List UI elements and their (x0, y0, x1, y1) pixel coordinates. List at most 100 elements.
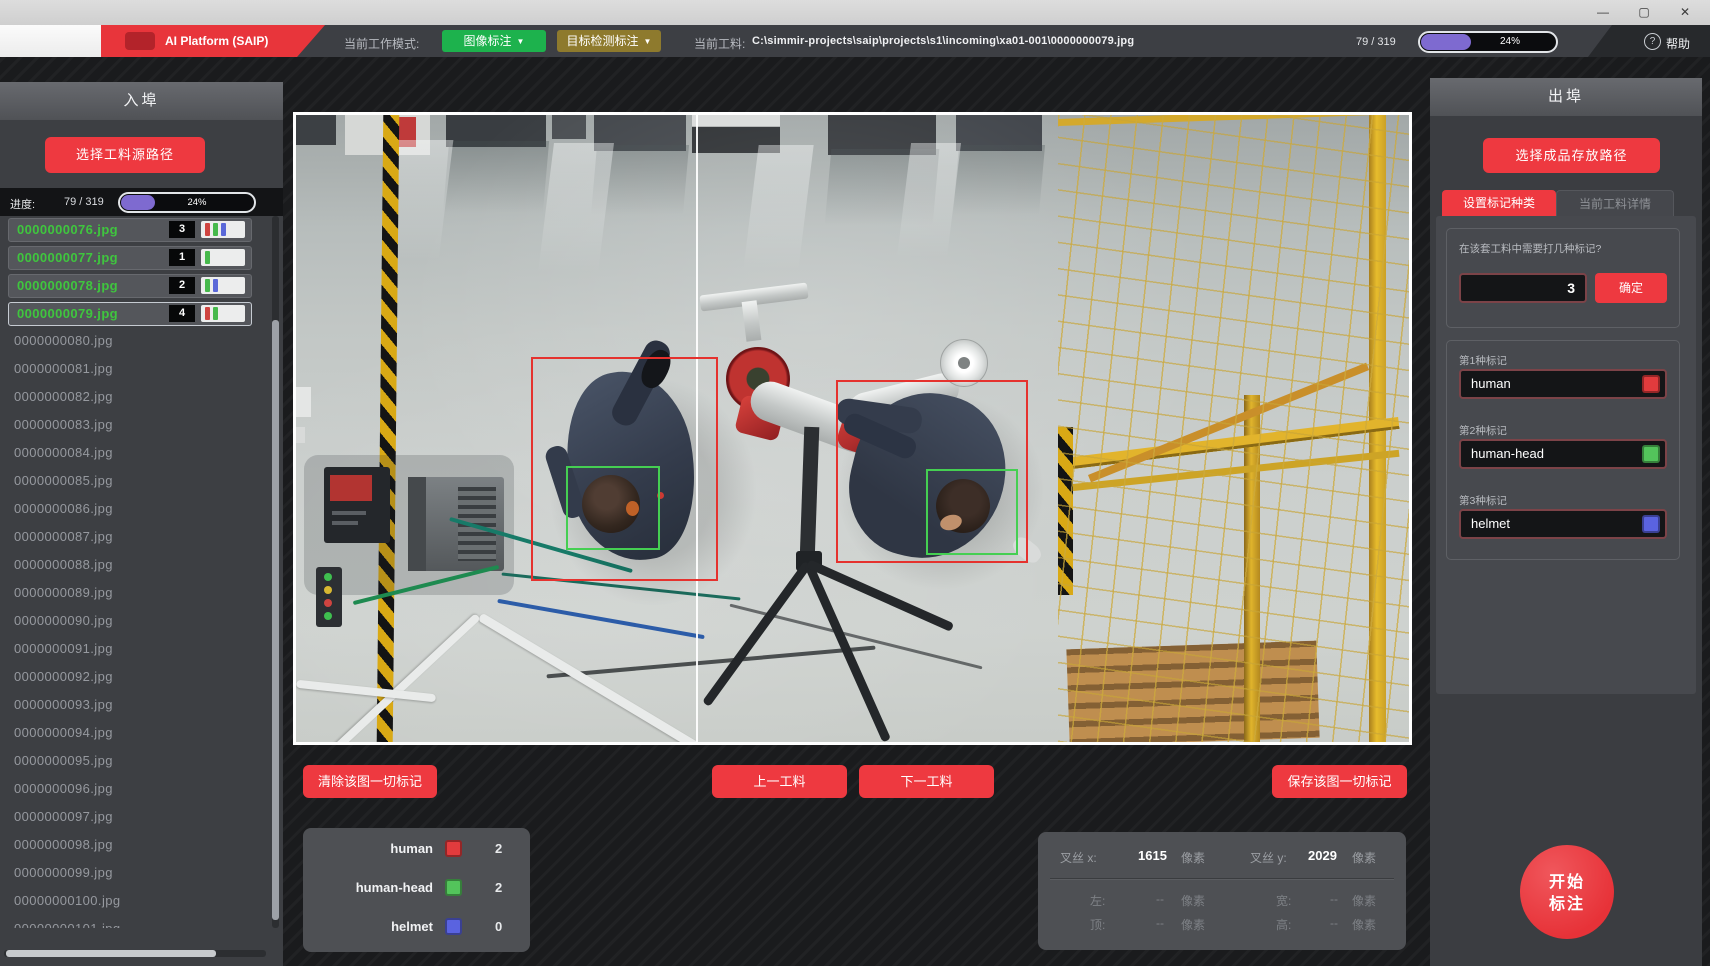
annotation-legend: human 2 human-head 2 helmet 0 (303, 828, 530, 952)
file-list-item[interactable]: 0000000097.jpg (0, 804, 283, 832)
file-name: 0000000082.jpg (14, 389, 113, 404)
file-list-item[interactable]: 00000000100.jpg (0, 888, 283, 916)
marker-value: human-head (1471, 446, 1544, 461)
file-list-item[interactable]: 0000000087.jpg (0, 524, 283, 552)
photo-detail (324, 612, 332, 620)
legend-row: helmet 0 (303, 909, 530, 945)
current-file-path: C:\simmir-projects\saip\projects\s1\inco… (752, 35, 1134, 47)
scrollbar-thumb[interactable] (6, 950, 216, 957)
file-list-item[interactable]: 0000000095.jpg (0, 748, 283, 776)
file-list-item[interactable]: 00000000101.jpg (0, 916, 283, 928)
box-width-value: -- (1330, 892, 1338, 906)
file-list-item[interactable]: 0000000082.jpg (0, 384, 283, 412)
file-list-item[interactable]: 0000000090.jpg (0, 608, 283, 636)
legend-color-swatch (445, 879, 462, 896)
tab-content: 在该套工料中需要打几种标记? 3 确定 第1种标记 human 第2种标记 hu… (1436, 216, 1696, 694)
crosshair-y-label: 叉丝 y: (1250, 849, 1287, 866)
input-port-title: 入埠 (0, 82, 283, 120)
file-list-item[interactable]: 0000000091.jpg (0, 636, 283, 664)
maximize-icon[interactable]: ▢ (1631, 3, 1657, 22)
start-annotation-line2: 标注 (1520, 894, 1614, 916)
crosshair-x-value: 1615 (1138, 848, 1167, 863)
help-icon[interactable]: ? (1644, 33, 1661, 50)
file-list-item[interactable]: 0000000085.jpg (0, 468, 283, 496)
workpiece-photo[interactable] (296, 115, 1409, 742)
clear-annotations-button[interactable]: 清除该图一切标记 (303, 765, 437, 798)
annotation-box-human-head[interactable] (566, 466, 660, 550)
tab-set-marker-types[interactable]: 设置标记种类 (1442, 190, 1556, 216)
file-list-item[interactable]: 0000000096.jpg (0, 776, 283, 804)
save-annotations-button[interactable]: 保存该图一切标记 (1272, 765, 1407, 798)
file-list-item[interactable]: 0000000099.jpg (0, 860, 283, 888)
vertical-scrollbar[interactable] (272, 216, 279, 928)
output-port-title: 出埠 (1430, 78, 1702, 116)
file-color-indicator (201, 305, 245, 322)
tab-current-workpiece-detail[interactable]: 当前工料详情 (1556, 190, 1674, 216)
progress-percent: 24% (130, 197, 264, 208)
previous-workpiece-button[interactable]: 上一工料 (712, 765, 847, 798)
file-list-item[interactable]: 0000000083.jpg (0, 412, 283, 440)
file-name: 0000000083.jpg (14, 417, 113, 432)
file-list-item[interactable]: 0000000080.jpg (0, 328, 283, 356)
next-workpiece-button[interactable]: 下一工料 (859, 765, 994, 798)
photo-detail (296, 387, 311, 417)
photo-detail (408, 477, 426, 571)
box-top-label: 顶: (1090, 916, 1105, 933)
marker-count-group: 在该套工料中需要打几种标记? 3 确定 (1446, 228, 1680, 328)
mode-object-detection-button[interactable]: 目标检测标注▼ (557, 30, 661, 52)
start-annotation-button[interactable]: 开始 标注 (1520, 845, 1614, 939)
minimize-icon[interactable]: — (1590, 3, 1616, 22)
select-output-path-button[interactable]: 选择成品存放路径 (1483, 138, 1660, 173)
marker-group: 第3种标记 helmet (1447, 481, 1679, 551)
file-list-item[interactable]: 0000000088.jpg (0, 552, 283, 580)
file-list-item[interactable]: 0000000089.jpg (0, 580, 283, 608)
unit-label: 像素 (1181, 849, 1205, 866)
welder-box (408, 477, 504, 571)
select-source-path-button[interactable]: 选择工料源路径 (45, 137, 205, 173)
file-name: 0000000077.jpg (17, 250, 118, 265)
progress-row: 进度: 79 / 319 24% (0, 188, 283, 216)
file-name: 0000000091.jpg (14, 641, 113, 656)
marker-count-input[interactable]: 3 (1459, 273, 1587, 303)
close-icon[interactable]: ✕ (1672, 3, 1698, 22)
marker-group: 第2种标记 human-head (1447, 411, 1679, 481)
file-list-item[interactable]: 0000000079.jpg 4 (0, 300, 283, 328)
output-port-panel: 出埠 选择成品存放路径 设置标记种类 当前工料详情 在该套工料中需要打几种标记?… (1430, 78, 1702, 966)
file-name: 0000000099.jpg (14, 865, 113, 880)
file-list-item[interactable]: 0000000098.jpg (0, 832, 283, 860)
file-list-item[interactable]: 0000000094.jpg (0, 720, 283, 748)
marker-color-swatch[interactable] (1642, 515, 1660, 533)
file-count-badge: 2 (169, 277, 195, 294)
help-button[interactable]: 帮助 (1666, 35, 1690, 52)
photo-detail (958, 357, 970, 369)
start-annotation-line1: 开始 (1520, 872, 1614, 894)
marker-name-input[interactable]: human-head (1459, 439, 1667, 469)
mode-image-annotation-button[interactable]: 图像标注▼ (442, 30, 546, 52)
confirm-button[interactable]: 确定 (1595, 273, 1667, 303)
file-list-item[interactable]: 0000000081.jpg (0, 356, 283, 384)
horizontal-scrollbar[interactable] (4, 950, 266, 957)
file-name: 0000000085.jpg (14, 473, 113, 488)
annotation-box-human-head[interactable] (926, 469, 1018, 555)
file-list-item[interactable]: 0000000084.jpg (0, 440, 283, 468)
legend-label: human (390, 841, 433, 856)
file-list-item[interactable]: 0000000077.jpg 1 (0, 244, 283, 272)
file-list-item[interactable]: 0000000093.jpg (0, 692, 283, 720)
file-name: 0000000093.jpg (14, 697, 113, 712)
marker-color-swatch[interactable] (1642, 375, 1660, 393)
marker-name-input[interactable]: human (1459, 369, 1667, 399)
marker-name-input[interactable]: helmet (1459, 509, 1667, 539)
photo-detail (324, 573, 332, 581)
file-list-item[interactable]: 0000000078.jpg 2 (0, 272, 283, 300)
file-list-item[interactable]: 0000000086.jpg (0, 496, 283, 524)
legend-color-swatch (445, 840, 462, 857)
scrollbar-thumb[interactable] (272, 320, 279, 920)
file-list-item[interactable]: 0000000076.jpg 3 (0, 216, 283, 244)
marker-label: 第3种标记 (1459, 493, 1507, 508)
file-name: 0000000078.jpg (17, 278, 118, 293)
marker-color-swatch[interactable] (1642, 445, 1660, 463)
progress-bar: 24% (1418, 31, 1558, 53)
legend-row: human-head 2 (303, 870, 530, 906)
file-list-item[interactable]: 0000000092.jpg (0, 664, 283, 692)
file-name: 00000000100.jpg (14, 893, 121, 908)
